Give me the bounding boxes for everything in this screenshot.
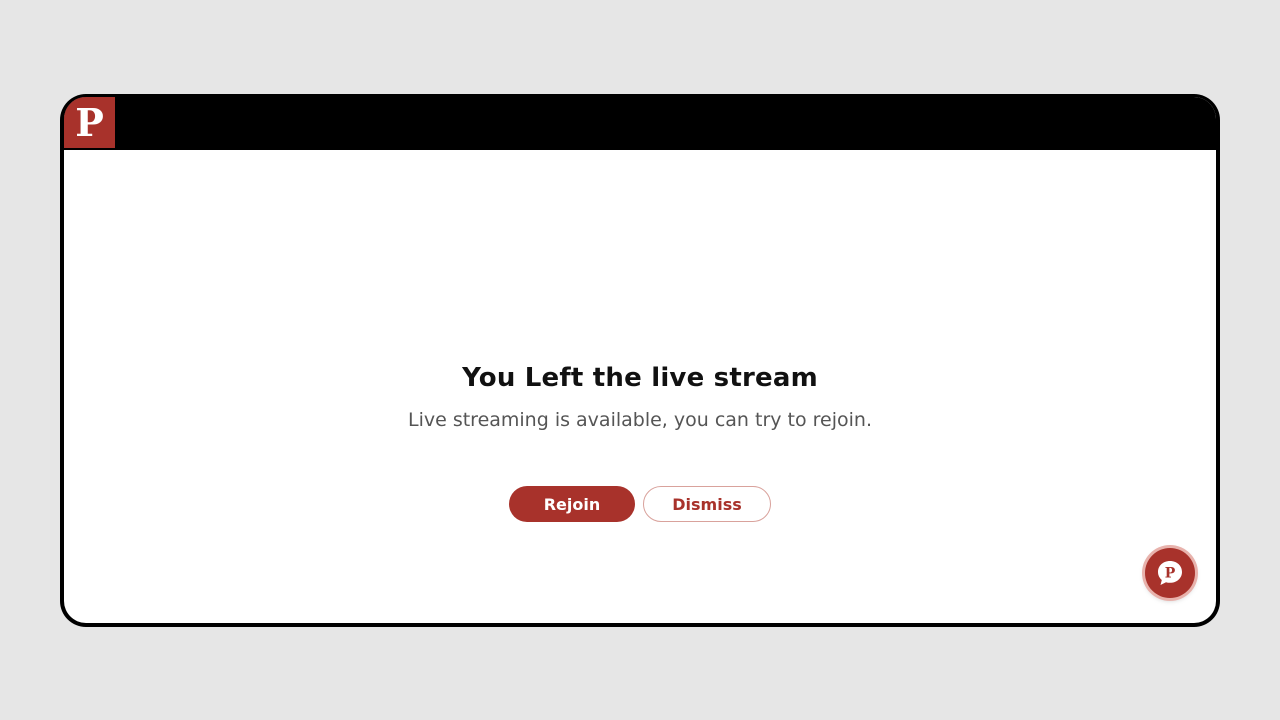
chat-bubble-icon: P — [1158, 561, 1182, 585]
dialog-message: Live streaming is available, you can try… — [407, 409, 873, 431]
rejoin-button[interactable]: Rejoin — [509, 486, 635, 522]
top-bar: P — [64, 97, 1216, 150]
dialog-title: You Left the live stream — [462, 363, 818, 393]
dialog-actions: Rejoin Dismiss — [64, 486, 1216, 522]
dismiss-button[interactable]: Dismiss — [643, 486, 771, 522]
app-screen: P You Left the live stream Live streamin… — [64, 97, 1216, 623]
brand-logo[interactable]: P — [64, 97, 115, 148]
app-window: P You Left the live stream Live streamin… — [60, 94, 1220, 627]
left-stream-message: You Left the live stream Live streaming … — [64, 363, 1216, 522]
chat-widget-letter: P — [1165, 566, 1176, 582]
chat-widget-button[interactable]: P — [1145, 548, 1195, 598]
